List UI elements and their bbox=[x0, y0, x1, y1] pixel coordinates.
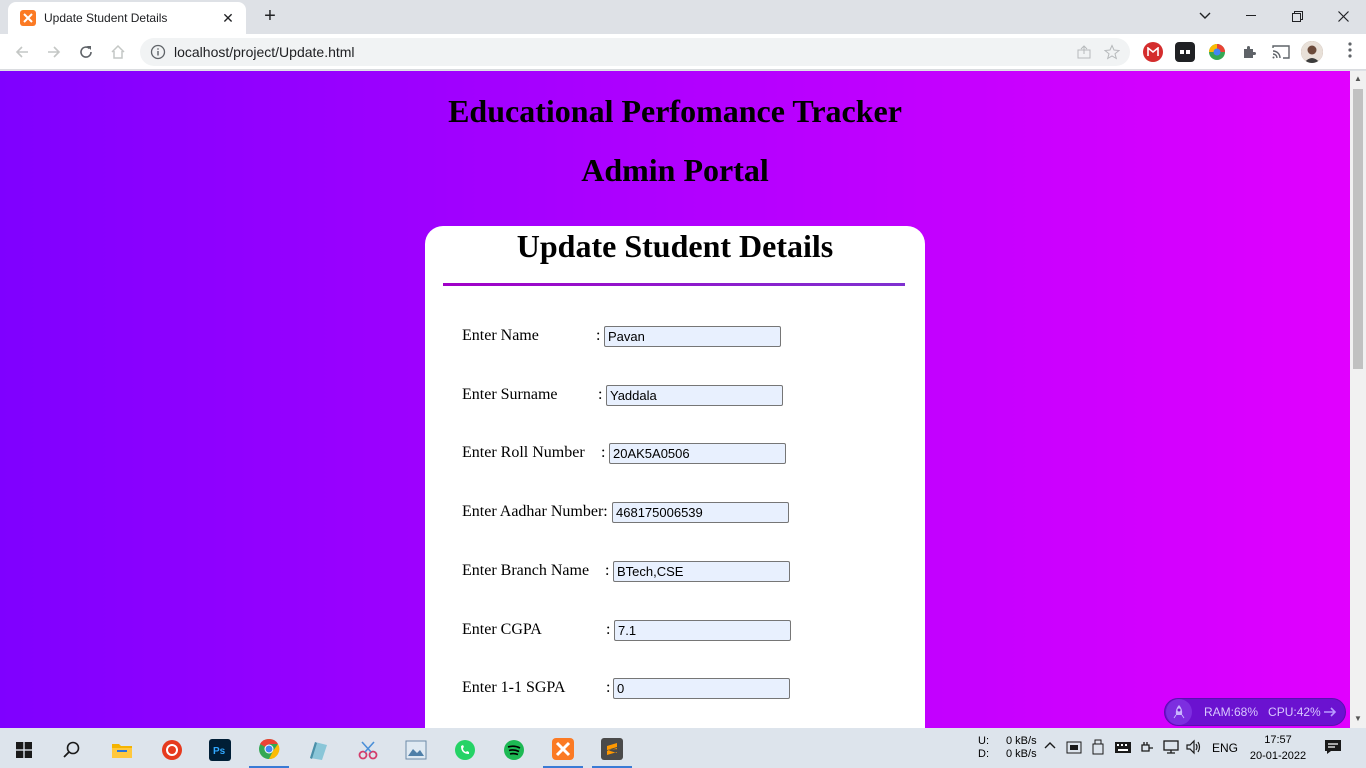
download-label: D: bbox=[978, 748, 989, 760]
clock[interactable]: 17:57 20-01-2022 bbox=[1248, 732, 1308, 764]
file-explorer-icon[interactable] bbox=[102, 732, 142, 768]
scrollbar-thumb[interactable] bbox=[1353, 89, 1363, 369]
site-title: Educational Perfomance Tracker bbox=[448, 93, 902, 129]
upload-speed: 0 kB/s bbox=[1006, 735, 1037, 747]
windows-start-icon[interactable] bbox=[4, 732, 44, 768]
colon: : bbox=[605, 562, 610, 579]
extension-icon[interactable] bbox=[1175, 42, 1195, 62]
google-extension-icon[interactable] bbox=[1207, 42, 1227, 62]
sgpa-1-1-input[interactable] bbox=[613, 678, 790, 699]
cast-icon[interactable] bbox=[1271, 42, 1291, 62]
portal-title: Admin Portal bbox=[581, 152, 769, 188]
tray-chevron-up-icon[interactable] bbox=[1043, 740, 1057, 768]
surname-input[interactable] bbox=[606, 385, 783, 406]
colon: : bbox=[598, 386, 603, 403]
sublime-text-icon[interactable] bbox=[592, 732, 632, 768]
language-indicator[interactable]: ENG bbox=[1212, 741, 1238, 768]
name-input[interactable] bbox=[604, 326, 781, 347]
restore-button[interactable] bbox=[1282, 4, 1312, 28]
puzzle-extensions-icon[interactable] bbox=[1239, 42, 1259, 62]
chrome-menu-icon[interactable] bbox=[1345, 42, 1355, 62]
browser-tab[interactable]: Update Student Details ✕ bbox=[8, 2, 246, 34]
branch-name-input[interactable] bbox=[613, 561, 790, 582]
cpu-usage: CPU:42% bbox=[1268, 705, 1321, 719]
back-arrow-icon[interactable] bbox=[10, 40, 34, 64]
clock-time: 17:57 bbox=[1264, 734, 1292, 746]
share-icon[interactable] bbox=[1074, 42, 1094, 62]
cgpa-input[interactable] bbox=[614, 620, 791, 641]
home-icon[interactable] bbox=[106, 40, 130, 64]
roll-number-label: Enter Roll Number bbox=[462, 444, 585, 461]
page-scrollbar[interactable]: ▲ ▼ bbox=[1350, 71, 1366, 728]
network-speed: U: D: bbox=[978, 735, 989, 768]
scroll-up-arrow-icon[interactable]: ▲ bbox=[1354, 75, 1362, 83]
recorder-app-icon[interactable] bbox=[152, 732, 192, 768]
sgpa-1-1-label: Enter 1-1 SGPA bbox=[462, 679, 566, 696]
tab-search-chevron-icon[interactable] bbox=[1190, 4, 1220, 28]
plug-tray-icon[interactable] bbox=[1139, 739, 1155, 768]
spotify-icon[interactable] bbox=[494, 732, 534, 768]
chrome-icon[interactable] bbox=[249, 732, 289, 768]
tab-strip: Update Student Details ✕ + bbox=[0, 0, 1366, 34]
photoshop-icon[interactable]: Ps bbox=[200, 732, 240, 768]
reload-icon[interactable] bbox=[74, 40, 98, 64]
network-tray-icon[interactable] bbox=[1162, 739, 1180, 768]
gmail-extension-icon[interactable] bbox=[1143, 42, 1163, 62]
whatsapp-icon[interactable] bbox=[445, 732, 485, 768]
upload-label: U: bbox=[978, 735, 989, 747]
volume-tray-icon[interactable] bbox=[1185, 739, 1203, 768]
notifications-icon[interactable] bbox=[1324, 739, 1342, 768]
new-tab-button[interactable]: + bbox=[256, 5, 284, 29]
aadhar-number-label: Enter Aadhar Number: bbox=[462, 503, 608, 520]
aadhar-number-input[interactable] bbox=[612, 502, 789, 523]
profile-avatar[interactable] bbox=[1301, 41, 1323, 63]
usb-tray-icon[interactable] bbox=[1092, 739, 1104, 768]
xampp-icon[interactable] bbox=[543, 732, 583, 768]
photos-app-icon[interactable] bbox=[396, 732, 436, 768]
keyboard-tray-icon[interactable] bbox=[1114, 739, 1132, 768]
page-content: Educational Perfomance Tracker Admin Por… bbox=[0, 71, 1350, 728]
tab-title: Update Student Details bbox=[44, 11, 168, 25]
minimize-button[interactable] bbox=[1236, 4, 1266, 28]
arrow-right-icon[interactable] bbox=[1323, 705, 1339, 721]
bookmark-star-icon[interactable] bbox=[1102, 42, 1122, 62]
tab-close-icon[interactable]: ✕ bbox=[220, 10, 236, 27]
title-divider bbox=[443, 283, 905, 286]
colon: : bbox=[606, 621, 611, 638]
update-form-card: Update Student Details Enter Name : Ente… bbox=[425, 226, 925, 728]
forward-arrow-icon[interactable] bbox=[42, 40, 66, 64]
network-speed-values: 0 kB/s 0 kB/s bbox=[1006, 735, 1037, 768]
address-bar[interactable]: localhost/project/Update.html bbox=[140, 38, 1130, 66]
name-label: Enter Name bbox=[462, 327, 539, 344]
colon: : bbox=[606, 679, 611, 696]
windows-taskbar: Ps U: D: 0 kB/s 0 kB/s ENG 17:57 20-01-2… bbox=[0, 728, 1366, 768]
download-speed: 0 kB/s bbox=[1006, 748, 1037, 760]
notes-app-icon[interactable] bbox=[298, 732, 338, 768]
ram-usage: RAM:68% bbox=[1204, 705, 1259, 719]
clock-date: 20-01-2022 bbox=[1249, 750, 1307, 762]
cgpa-label: Enter CGPA bbox=[462, 621, 542, 638]
scroll-down-arrow-icon[interactable]: ▼ bbox=[1354, 715, 1362, 723]
url-text: localhost/project/Update.html bbox=[174, 44, 355, 60]
search-icon[interactable] bbox=[52, 732, 92, 768]
svg-text:Ps: Ps bbox=[213, 746, 226, 757]
resource-monitor-widget[interactable]: RAM:68% CPU:42% bbox=[1164, 698, 1346, 726]
snipping-tool-icon[interactable] bbox=[348, 732, 388, 768]
colon: : bbox=[601, 444, 606, 461]
security-tray-icon[interactable] bbox=[1066, 739, 1082, 768]
close-window-button[interactable] bbox=[1328, 4, 1358, 28]
browser-toolbar: localhost/project/Update.html bbox=[0, 34, 1366, 70]
branch-name-label: Enter Branch Name bbox=[462, 562, 590, 579]
form-title: Update Student Details bbox=[516, 228, 834, 264]
colon: : bbox=[596, 327, 601, 344]
xampp-favicon-icon bbox=[20, 10, 36, 26]
surname-label: Enter Surname bbox=[462, 386, 558, 403]
rocket-icon bbox=[1166, 699, 1192, 725]
roll-number-input[interactable] bbox=[609, 443, 786, 464]
site-info-icon[interactable] bbox=[150, 44, 166, 60]
